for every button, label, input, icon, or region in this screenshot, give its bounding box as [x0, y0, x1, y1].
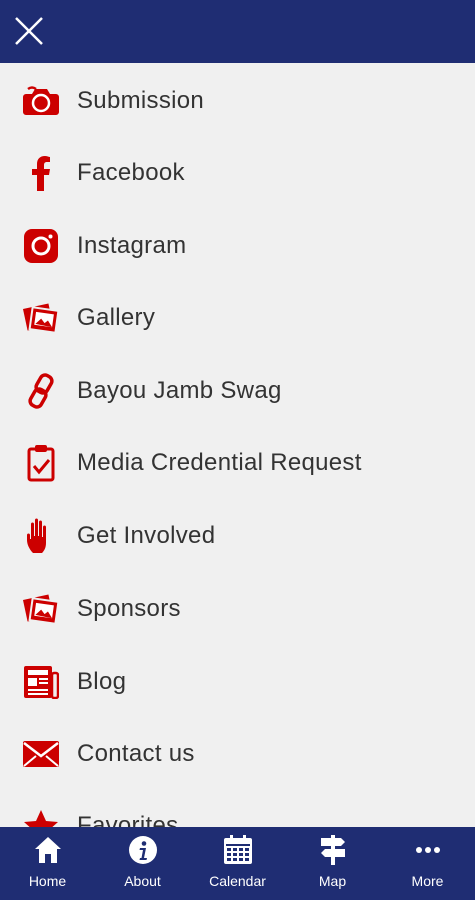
facebook-icon [21, 153, 61, 193]
menu-item-sponsors[interactable]: Sponsors [0, 573, 475, 645]
bottom-tab-bar: Home About Calendar Map More [0, 827, 475, 900]
menu-item-label: Favorites [77, 812, 179, 827]
menu-item-contact-us[interactable]: Contact us [0, 718, 475, 790]
tab-label: About [124, 873, 161, 889]
side-menu: Submission Facebook Instagram Gallery Ba… [0, 63, 475, 827]
menu-item-label: Submission [77, 87, 205, 114]
close-icon [15, 17, 43, 45]
tab-calendar[interactable]: Calendar [190, 827, 285, 900]
info-icon [128, 835, 158, 865]
tab-home[interactable]: Home [0, 827, 95, 900]
menu-item-label: Contact us [77, 740, 195, 767]
instagram-icon [21, 226, 61, 266]
more-icon [413, 835, 443, 865]
tab-label: Home [28, 873, 67, 889]
hand-icon [21, 516, 61, 556]
menu-item-label: Sponsors [77, 595, 181, 622]
home-icon [33, 835, 63, 865]
clipboard-icon [21, 443, 61, 483]
tab-more[interactable]: More [380, 827, 475, 900]
menu-item-label: Blog [77, 668, 127, 695]
menu-item-gallery[interactable]: Gallery [0, 282, 475, 354]
menu-item-favorites[interactable]: Favorites [0, 790, 475, 827]
menu-item-bayou-jamb-swag[interactable]: Bayou Jamb Swag [0, 355, 475, 427]
menu-item-facebook[interactable]: Facebook [0, 137, 475, 209]
menu-item-label: Instagram [77, 232, 187, 259]
tab-label: More [411, 873, 444, 889]
tab-label: Map [318, 873, 347, 889]
photos-icon [21, 589, 61, 629]
top-header [0, 0, 475, 63]
menu-item-blog[interactable]: Blog [0, 646, 475, 718]
star-icon [21, 806, 61, 827]
tab-about[interactable]: About [95, 827, 190, 900]
newspaper-icon [21, 662, 61, 702]
menu-item-submission[interactable]: Submission [0, 65, 475, 137]
menu-item-label: Bayou Jamb Swag [77, 377, 282, 404]
menu-item-instagram[interactable]: Instagram [0, 210, 475, 282]
menu-item-get-involved[interactable]: Get Involved [0, 500, 475, 572]
close-button[interactable] [10, 12, 48, 50]
menu-item-label: Gallery [77, 304, 156, 331]
menu-item-label: Media Credential Request [77, 449, 362, 476]
tab-label: Calendar [209, 873, 266, 889]
menu-item-label: Facebook [77, 159, 185, 186]
signpost-icon [318, 835, 348, 865]
envelope-icon [21, 734, 61, 774]
menu-item-media-credential-request[interactable]: Media Credential Request [0, 427, 475, 499]
menu-item-label: Get Involved [77, 522, 216, 549]
camera-icon [21, 81, 61, 121]
calendar-icon [223, 835, 253, 865]
tab-map[interactable]: Map [285, 827, 380, 900]
photos-icon [21, 298, 61, 338]
link-icon [21, 371, 61, 411]
